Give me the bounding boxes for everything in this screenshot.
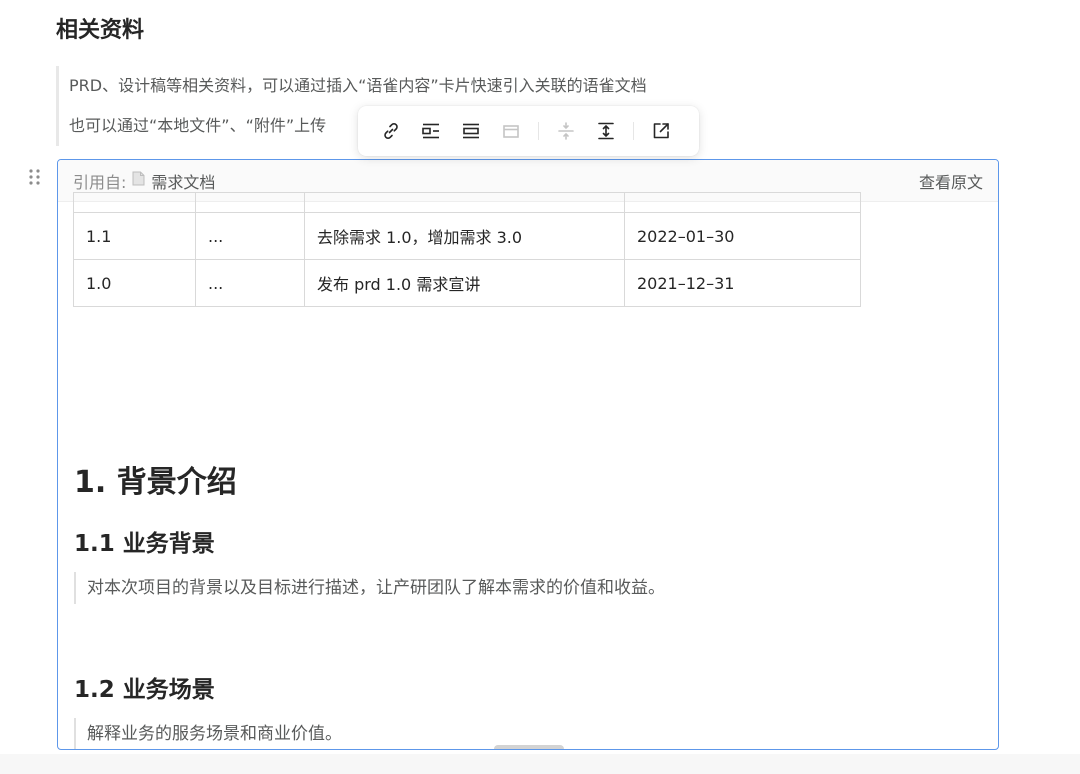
table-cell: 1.1: [73, 212, 196, 260]
scrollbar-handle[interactable]: [494, 745, 564, 749]
embedded-doc-card[interactable]: 引用自: 需求文档 查看原文 1.1 ... 去除需求 1.0，增加需求 3.0…: [57, 159, 999, 750]
table-cell: 去除需求 1.0，增加需求 3.0: [304, 212, 625, 260]
table-row: 1.1 ... 去除需求 1.0，增加需求 3.0 2022–01–30: [73, 212, 861, 260]
table-cell: 2021–12–31: [624, 259, 861, 307]
table-cell: ...: [195, 212, 305, 260]
table-cell: 1.0: [73, 259, 196, 307]
open-external-icon[interactable]: [648, 118, 674, 144]
embed-icon[interactable]: [498, 118, 524, 144]
table-cell: 2022–01–30: [624, 212, 861, 260]
collapse-icon[interactable]: [553, 118, 579, 144]
link-icon[interactable]: [378, 118, 404, 144]
card-body: 1.1 ... 去除需求 1.0，增加需求 3.0 2022–01–30 1.0…: [58, 192, 998, 749]
page-bottom-strip: [0, 754, 1080, 774]
document-icon: [126, 171, 151, 190]
source-prefix: 引用自:: [73, 172, 127, 192]
drag-handle-icon[interactable]: [26, 166, 44, 188]
table-cell: 发布 prd 1.0 需求宣讲: [304, 259, 625, 307]
card-toolbar: [358, 106, 699, 156]
heading-business-scenario: 1.2 业务场景: [74, 677, 215, 703]
source-doc-link[interactable]: 需求文档: [151, 169, 215, 193]
expand-height-icon[interactable]: [593, 118, 619, 144]
view-original-link[interactable]: 查看原文: [919, 169, 983, 193]
heading-business-background: 1.1 业务背景: [74, 531, 215, 557]
align-center-icon[interactable]: [458, 118, 484, 144]
quote-business-background: 对本次项目的背景以及目标进行描述，让产研团队了解本需求的价值和收益。: [74, 572, 774, 604]
toolbar-separator: [538, 122, 539, 140]
revision-table: 1.1 ... 去除需求 1.0，增加需求 3.0 2022–01–30 1.0…: [73, 192, 861, 307]
heading-background: 1. 背景介绍: [74, 465, 237, 500]
table-row: 1.0 ... 发布 prd 1.0 需求宣讲 2021–12–31: [73, 259, 861, 307]
table-cell: ...: [195, 259, 305, 307]
quote-line-1: PRD、设计稿等相关资料，可以通过插入“语雀内容”卡片快速引入关联的语雀文档: [69, 76, 647, 95]
quote-business-scenario: 解释业务的服务场景和商业价值。: [74, 718, 774, 749]
toolbar-separator: [633, 122, 634, 140]
align-left-icon[interactable]: [418, 118, 444, 144]
page-title: 相关资料: [56, 18, 145, 43]
